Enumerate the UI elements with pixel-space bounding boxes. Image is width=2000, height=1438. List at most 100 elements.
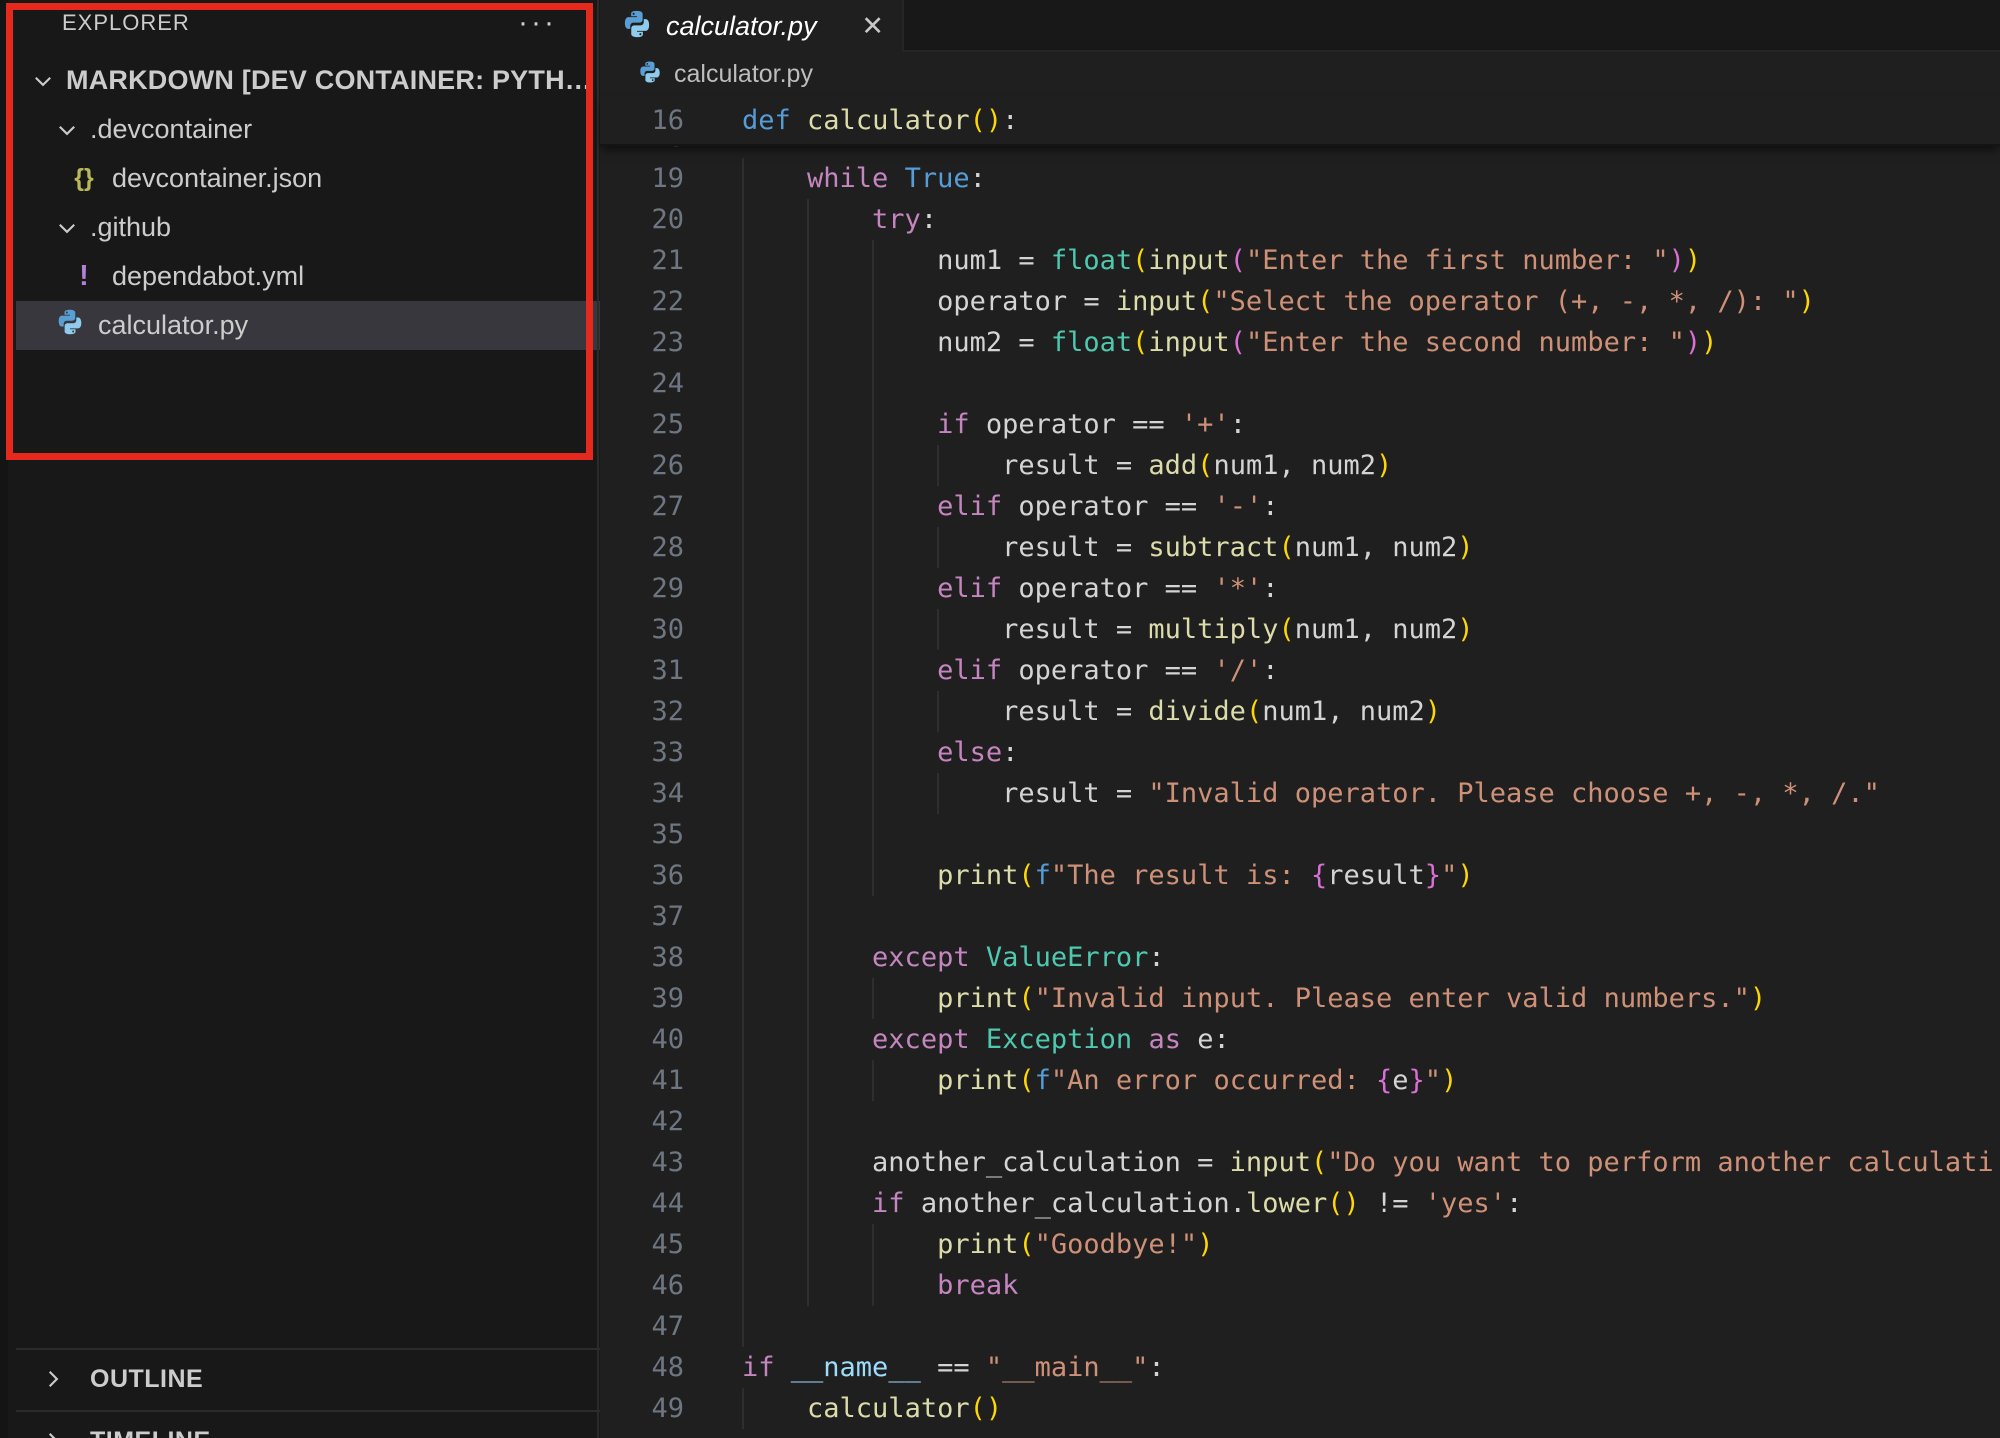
code-area[interactable]: 1819 while True:20 try:21 num1 = float(i… xyxy=(600,0,2000,1438)
line-number[interactable]: 33 xyxy=(600,732,684,773)
line-number[interactable]: 50 xyxy=(600,1429,684,1438)
python-icon xyxy=(622,9,652,44)
line-number[interactable]: 35 xyxy=(600,814,684,855)
breadcrumb-file-label: calculator.py xyxy=(674,60,813,89)
line-number[interactable]: 32 xyxy=(600,691,684,732)
chevron-down-icon xyxy=(55,216,79,240)
tab-label: calculator.py xyxy=(666,11,817,42)
code-line-32[interactable]: 32 result = divide(num1, num2) xyxy=(600,691,2000,732)
code-line-36[interactable]: 36 print(f"The result is: {result}") xyxy=(600,855,2000,896)
sticky-scroll-line[interactable]: 16def calculator(): xyxy=(600,96,2000,146)
code-line-28[interactable]: 28 result = subtract(num1, num2) xyxy=(600,527,2000,568)
editor-tab-bar: calculator.py ✕ xyxy=(600,0,2000,52)
line-number[interactable]: 49 xyxy=(600,1388,684,1429)
chevron-right-icon xyxy=(40,1428,66,1438)
line-number[interactable]: 39 xyxy=(600,978,684,1019)
code-line-49[interactable]: 49 calculator() xyxy=(600,1388,2000,1429)
line-number[interactable]: 27 xyxy=(600,486,684,527)
python-icon xyxy=(622,9,652,39)
chevron-right-icon xyxy=(41,1367,65,1391)
line-number: 16 xyxy=(600,100,684,141)
code-line-47[interactable]: 47 xyxy=(600,1306,2000,1347)
chevron-down-icon xyxy=(31,69,55,93)
code-line-50[interactable]: 50 xyxy=(600,1429,2000,1438)
code-line-20[interactable]: 20 try: xyxy=(600,199,2000,240)
code-line-37[interactable]: 37 xyxy=(600,896,2000,937)
file-tree: MARKDOWN [DEV CONTAINER: PYTHO....devcon… xyxy=(16,56,601,350)
dependabot-icon: ! xyxy=(68,260,100,293)
code-line-34[interactable]: 34 result = "Invalid operator. Please ch… xyxy=(600,773,2000,814)
code-line-48[interactable]: 48if __name__ == "__main__": xyxy=(600,1347,2000,1388)
timeline-label: TIMELINE xyxy=(90,1427,211,1438)
code-line-31[interactable]: 31 elif operator == '/': xyxy=(600,650,2000,691)
code-line-29[interactable]: 29 elif operator == '*': xyxy=(600,568,2000,609)
line-number[interactable]: 25 xyxy=(600,404,684,445)
more-actions-icon[interactable]: ··· xyxy=(518,18,557,28)
sticky-code-line-16[interactable]: 16def calculator(): xyxy=(600,100,2000,141)
code-line-24[interactable]: 24 xyxy=(600,363,2000,404)
line-number[interactable]: 43 xyxy=(600,1142,684,1183)
line-number[interactable]: 26 xyxy=(600,445,684,486)
code-line-23[interactable]: 23 num2 = float(input("Enter the second … xyxy=(600,322,2000,363)
line-number[interactable]: 42 xyxy=(600,1101,684,1142)
code-line-27[interactable]: 27 elif operator == '-': xyxy=(600,486,2000,527)
code-line-44[interactable]: 44 if another_calculation.lower() != 'ye… xyxy=(600,1183,2000,1224)
code-line-46[interactable]: 46 break xyxy=(600,1265,2000,1306)
sidebar-item-dependabot-yml[interactable]: !dependabot.yml xyxy=(16,252,601,301)
editor-pane[interactable]: 1819 while True:20 try:21 num1 = float(i… xyxy=(600,0,2000,1438)
code-line-42[interactable]: 42 xyxy=(600,1101,2000,1142)
line-number[interactable]: 44 xyxy=(600,1183,684,1224)
line-number[interactable]: 37 xyxy=(600,896,684,937)
code-line-38[interactable]: 38 except ValueError: xyxy=(600,937,2000,978)
line-number[interactable]: 41 xyxy=(600,1060,684,1101)
code-line-26[interactable]: 26 result = add(num1, num2) xyxy=(600,445,2000,486)
code-line-30[interactable]: 30 result = multiply(num1, num2) xyxy=(600,609,2000,650)
code-line-33[interactable]: 33 else: xyxy=(600,732,2000,773)
close-icon[interactable]: ✕ xyxy=(861,11,884,42)
breadcrumb[interactable]: calculator.py xyxy=(600,52,2000,96)
line-number[interactable]: 47 xyxy=(600,1306,684,1347)
code-line-40[interactable]: 40 except Exception as e: xyxy=(600,1019,2000,1060)
sidebar-item-devcontainer-json[interactable]: {}devcontainer.json xyxy=(16,154,601,203)
code-line-35[interactable]: 35 xyxy=(600,814,2000,855)
line-number[interactable]: 21 xyxy=(600,240,684,281)
line-number[interactable]: 30 xyxy=(600,609,684,650)
code-line-45[interactable]: 45 print("Goodbye!") xyxy=(600,1224,2000,1265)
sidebar-item-markdown-dev-container-pytho[interactable]: MARKDOWN [DEV CONTAINER: PYTHO... xyxy=(16,56,601,105)
line-number[interactable]: 20 xyxy=(600,199,684,240)
sidebar-item-devcontainer[interactable]: .devcontainer xyxy=(16,105,601,154)
python-icon xyxy=(56,308,84,336)
line-number[interactable]: 28 xyxy=(600,527,684,568)
code-line-25[interactable]: 25 if operator == '+': xyxy=(600,404,2000,445)
code-line-19[interactable]: 19 while True: xyxy=(600,158,2000,199)
line-number[interactable]: 34 xyxy=(600,773,684,814)
json-braces-icon: {} xyxy=(68,164,100,193)
explorer-sidebar: EXPLORER ··· MARKDOWN [DEV CONTAINER: PY… xyxy=(0,0,600,1438)
line-number[interactable]: 48 xyxy=(600,1347,684,1388)
tab-bar-border xyxy=(904,50,2000,52)
code-line-39[interactable]: 39 print("Invalid input. Please enter va… xyxy=(600,978,2000,1019)
python-icon xyxy=(638,60,662,84)
line-number[interactable]: 29 xyxy=(600,568,684,609)
line-number[interactable]: 40 xyxy=(600,1019,684,1060)
timeline-section-header[interactable]: TIMELINE xyxy=(16,1410,601,1438)
outline-section-header[interactable]: OUTLINE xyxy=(16,1348,601,1408)
line-number[interactable]: 36 xyxy=(600,855,684,896)
code-line-21[interactable]: 21 num1 = float(input("Enter the first n… xyxy=(600,240,2000,281)
outline-label: OUTLINE xyxy=(90,1365,203,1394)
sidebar-item-github[interactable]: .github xyxy=(16,203,601,252)
tab-calculator-py[interactable]: calculator.py ✕ xyxy=(600,0,904,52)
code-line-41[interactable]: 41 print(f"An error occurred: {e}") xyxy=(600,1060,2000,1101)
line-number[interactable]: 22 xyxy=(600,281,684,322)
line-number[interactable]: 45 xyxy=(600,1224,684,1265)
line-number[interactable]: 24 xyxy=(600,363,684,404)
sidebar-item-calculator-py[interactable]: calculator.py xyxy=(16,301,601,350)
explorer-header: EXPLORER ··· xyxy=(16,0,601,46)
line-number[interactable]: 19 xyxy=(600,158,684,199)
line-number[interactable]: 31 xyxy=(600,650,684,691)
line-number[interactable]: 38 xyxy=(600,937,684,978)
code-line-22[interactable]: 22 operator = input("Select the operator… xyxy=(600,281,2000,322)
code-line-43[interactable]: 43 another_calculation = input("Do you w… xyxy=(600,1142,2000,1183)
line-number[interactable]: 46 xyxy=(600,1265,684,1306)
line-number[interactable]: 23 xyxy=(600,322,684,363)
